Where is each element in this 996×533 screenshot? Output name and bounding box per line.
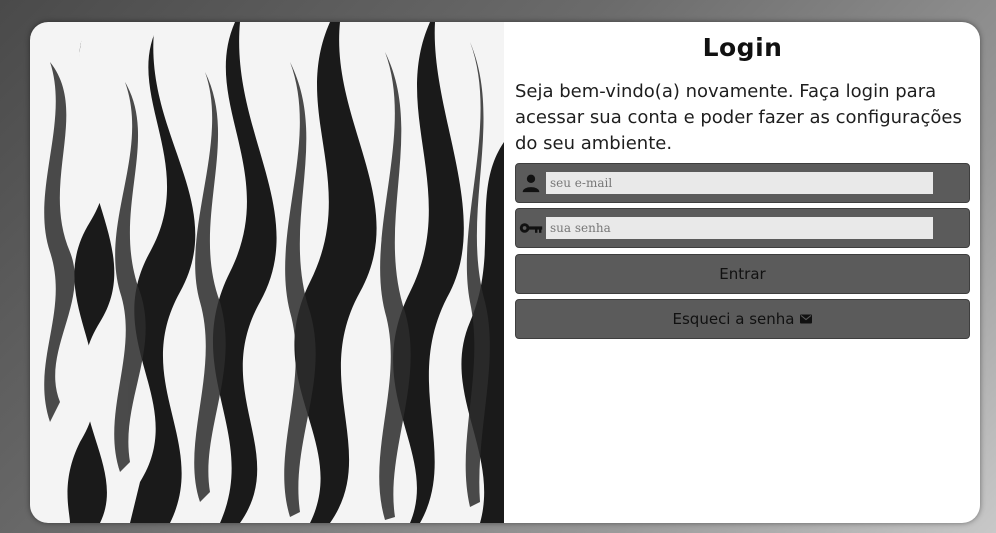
forgot-password-button[interactable]: Esqueci a senha bbox=[515, 299, 970, 339]
login-card: Login Seja bem-vindo(a) novamente. Faça … bbox=[30, 22, 980, 523]
forgot-password-label: Esqueci a senha bbox=[672, 310, 795, 328]
submit-button-label: Entrar bbox=[719, 265, 766, 283]
user-icon bbox=[518, 170, 544, 196]
password-input[interactable] bbox=[546, 217, 933, 239]
key-icon bbox=[518, 215, 544, 241]
hero-image bbox=[30, 22, 504, 523]
welcome-message: Seja bem-vindo(a) novamente. Faça login … bbox=[515, 81, 962, 154]
login-panel: Login Seja bem-vindo(a) novamente. Faça … bbox=[504, 22, 980, 523]
password-field-group bbox=[515, 208, 970, 248]
page-title: Login bbox=[702, 33, 783, 62]
submit-button[interactable]: Entrar bbox=[515, 254, 970, 294]
email-input[interactable] bbox=[546, 172, 933, 194]
envelope-icon bbox=[800, 314, 813, 324]
email-field-group bbox=[515, 163, 970, 203]
